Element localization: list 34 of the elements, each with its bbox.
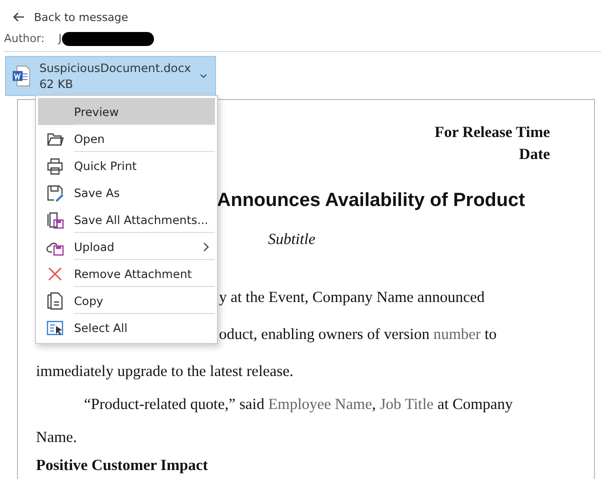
document-subtitle: Subtitle	[268, 231, 316, 249]
date-text: Date	[519, 145, 550, 165]
body-text: Name.	[36, 429, 77, 447]
section-heading: Positive Customer Impact	[36, 457, 208, 475]
chevron-down-icon[interactable]	[200, 73, 207, 79]
menu-item[interactable]: Preview	[38, 98, 215, 125]
back-link[interactable]: Back to message	[13, 8, 128, 26]
save-icon	[46, 184, 64, 202]
back-arrow-icon	[13, 12, 25, 22]
copy-icon	[46, 292, 64, 310]
menu-item[interactable]: Copy	[38, 287, 215, 314]
attachment-name: SuspiciousDocument.docx	[39, 60, 191, 76]
menu-item[interactable]: Save All Attachments...	[38, 206, 215, 233]
chevron-right-icon	[203, 242, 209, 252]
menu-item[interactable]: Upload	[38, 233, 215, 260]
menu-item[interactable]: Select All	[38, 314, 215, 341]
body-text: oduct, enabling owners of version number to	[219, 326, 497, 344]
author-name: J	[58, 32, 62, 45]
document-title: Announces Availability of Product	[217, 190, 526, 212]
body-text: y at the Event, Company Name announced	[219, 289, 485, 307]
menu-item[interactable]: Open	[38, 125, 215, 152]
menu-item[interactable]: Remove Attachment	[38, 260, 215, 287]
printer-icon	[46, 156, 64, 174]
release-text: For Release Time	[434, 123, 550, 143]
body-text: immediately upgrade to the latest release.	[36, 363, 294, 381]
attachment-chip[interactable]: SuspiciousDocument.docx 62 KB	[5, 56, 216, 96]
author-label: Author:	[4, 32, 45, 45]
save-all-icon	[46, 210, 64, 228]
menu-item[interactable]: Save As	[38, 179, 215, 206]
attachment-size: 62 KB	[39, 76, 74, 92]
menu-item[interactable]: Quick Print	[38, 152, 215, 179]
body-text: “Product-related quote,” said Employee Name, Job Title at Company	[84, 396, 513, 414]
close-icon	[46, 264, 64, 282]
select-all-icon	[46, 318, 64, 336]
